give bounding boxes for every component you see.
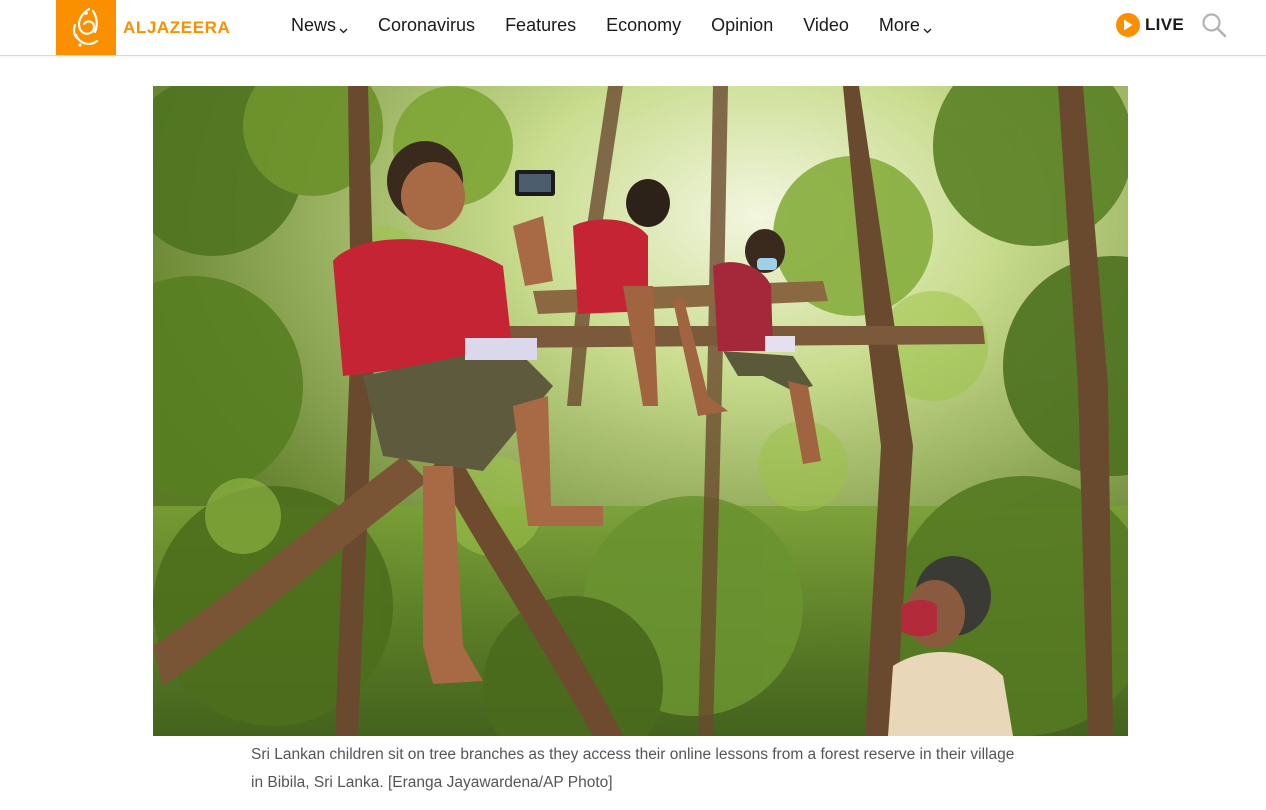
nav-item-features[interactable]: Features — [505, 15, 576, 36]
image-caption: Sri Lankan children sit on tree branches… — [251, 746, 1015, 791]
site-header: ALJAZEERA News Coronavirus Features Econ… — [0, 0, 1266, 56]
nav-item-label: Coronavirus — [378, 14, 476, 35]
nav-item-coronavirus[interactable]: Coronavirus — [378, 15, 475, 36]
nav-item-label: Features — [505, 14, 577, 35]
chevron-down-icon — [339, 18, 348, 39]
live-label: LIVE — [1145, 15, 1184, 34]
nav-item-label: News — [291, 14, 337, 35]
nav-item-label: More — [878, 14, 920, 35]
nav-item-video[interactable]: Video — [803, 15, 849, 36]
play-icon — [1116, 13, 1140, 37]
live-button[interactable]: LIVE — [1116, 12, 1184, 38]
site-logo[interactable]: ALJAZEERA — [56, 0, 230, 55]
nav-item-opinion[interactable]: Opinion — [711, 15, 773, 36]
article-hero-image — [153, 86, 1128, 736]
nav-item-economy[interactable]: Economy — [606, 15, 681, 36]
nav-item-more[interactable]: More — [879, 12, 932, 39]
nav-item-label: Economy — [606, 14, 682, 35]
chevron-down-icon — [923, 18, 932, 39]
main-nav: News Coronavirus Features Economy Opinio… — [291, 0, 962, 50]
al-jazeera-calligraphy-logo-icon — [56, 0, 116, 55]
forest-photo — [153, 86, 1128, 736]
logo-wordmark: ALJAZEERA — [123, 17, 231, 37]
nav-item-label: Video — [803, 14, 849, 35]
nav-item-news[interactable]: News — [291, 12, 348, 39]
search-icon[interactable] — [1201, 12, 1227, 38]
nav-item-label: Opinion — [711, 14, 774, 35]
